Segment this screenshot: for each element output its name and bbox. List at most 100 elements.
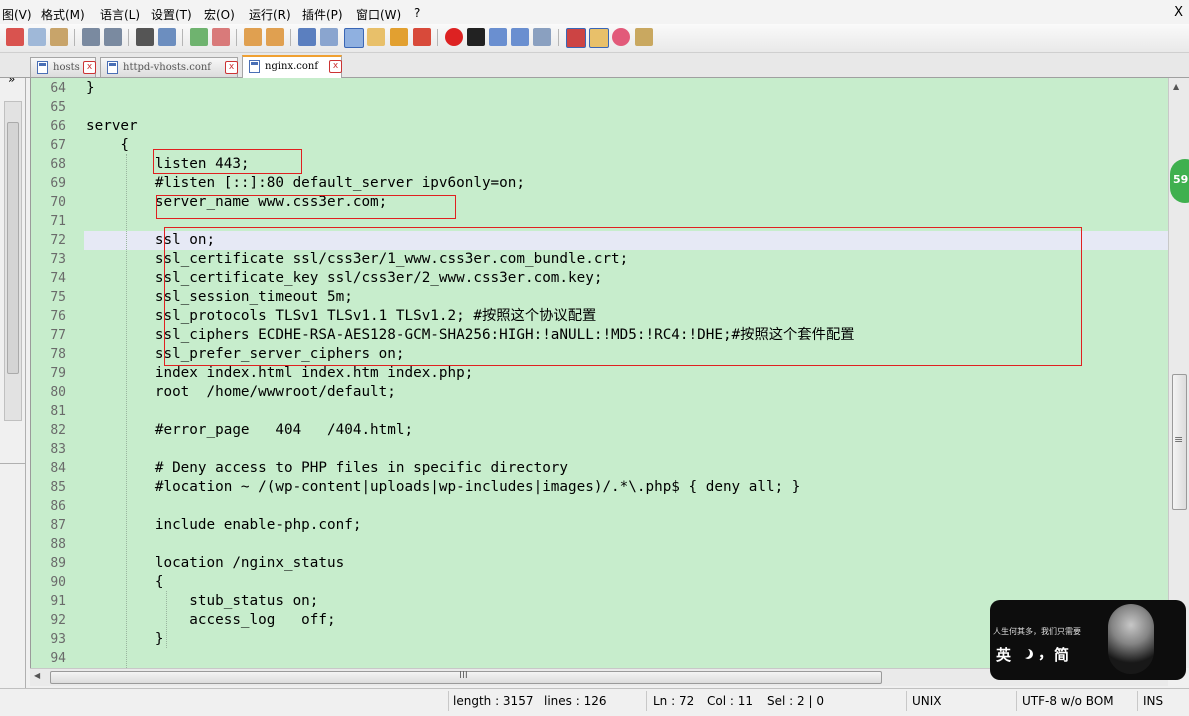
copy-icon[interactable] [28, 28, 46, 46]
line-number: 68 [50, 157, 66, 172]
line-number: 77 [50, 328, 66, 343]
code-text[interactable]: server [86, 117, 138, 136]
code-line[interactable]: 84 # Deny access to PHP files in specifi… [31, 459, 1169, 478]
code-line[interactable]: 85 #location ~ /(wp-content|uploads|wp-i… [31, 478, 1169, 497]
code-text[interactable]: access_log off; [86, 611, 335, 630]
line-number: 83 [50, 442, 66, 457]
code-text[interactable]: { [86, 573, 164, 592]
status-lines: lines : 126 [544, 694, 607, 708]
code-line[interactable]: 69 #listen [::]:80 default_server ipv6on… [31, 174, 1169, 193]
horizontal-scroll-thumb[interactable]: III [50, 670, 882, 684]
menu-language[interactable]: 语言(L) [100, 6, 140, 23]
menu-window[interactable]: 窗口(W) [356, 6, 401, 23]
tab-close-icon[interactable]: x [329, 60, 342, 73]
spell-check-icon[interactable] [566, 28, 586, 48]
code-text[interactable]: index index.html index.htm index.php; [86, 364, 473, 383]
ime-language-toggle[interactable]: 英 [996, 644, 1011, 665]
ime-punctuation-toggle[interactable]: ， [1038, 642, 1053, 663]
line-number: 67 [50, 138, 66, 153]
moon-icon[interactable] [1020, 648, 1030, 658]
panel-scrollbar[interactable] [4, 101, 22, 421]
menu-view[interactable]: 图(V) [2, 6, 32, 23]
tab-close-icon[interactable]: x [225, 61, 238, 74]
tab-close-icon[interactable]: x [83, 61, 96, 74]
code-text[interactable]: root /home/wwwroot/default; [86, 383, 396, 402]
toolbar-separator [290, 29, 291, 46]
sync-vertical-icon[interactable] [244, 28, 262, 46]
function-list-icon[interactable] [413, 28, 431, 46]
play-macro-icon[interactable] [489, 28, 507, 46]
code-text[interactable]: # Deny access to PHP files in specific d… [86, 459, 568, 478]
line-number: 66 [50, 119, 66, 134]
vertical-scroll-thumb[interactable]: ≡ [1172, 374, 1187, 510]
status-separator [646, 691, 647, 711]
paste-icon[interactable] [50, 28, 68, 46]
code-text[interactable]: #location ~ /(wp-content|uploads|wp-incl… [86, 478, 801, 497]
sync-horizontal-icon[interactable] [266, 28, 284, 46]
code-line[interactable]: 90 { [31, 573, 1169, 592]
code-line[interactable]: 87 include enable-php.conf; [31, 516, 1169, 535]
code-text[interactable]: #error_page 404 /404.html; [86, 421, 413, 440]
code-line[interactable]: 82 #error_page 404 /404.html; [31, 421, 1169, 440]
code-line[interactable]: 65 [31, 98, 1169, 117]
plugin-panel-icon[interactable] [589, 28, 609, 48]
run-macro-multiple-icon[interactable] [511, 28, 529, 46]
menu-format[interactable]: 格式(M) [41, 6, 85, 23]
record-macro-icon[interactable] [445, 28, 463, 46]
replace-icon[interactable] [158, 28, 176, 46]
doc-map-icon[interactable] [390, 28, 408, 46]
tab-hosts[interactable]: hosts x [30, 57, 96, 77]
code-text[interactable]: } [86, 630, 164, 649]
undo-icon[interactable] [82, 28, 100, 46]
code-line[interactable]: 86 [31, 497, 1169, 516]
menu-macro[interactable]: 宏(O) [204, 6, 235, 23]
code-line[interactable]: 64} [31, 79, 1169, 98]
zoom-in-icon[interactable] [190, 28, 208, 46]
code-editor[interactable]: 64} 65 66 server 67 {68 listen 443; 69 #liste… [30, 78, 1169, 668]
code-text[interactable]: include enable-php.conf; [86, 516, 362, 535]
code-text[interactable]: location /nginx_status [86, 554, 344, 573]
indent-guide-icon[interactable] [344, 28, 364, 48]
menu-help[interactable]: ? [414, 6, 420, 20]
code-line[interactable]: 81 [31, 402, 1169, 421]
ime-simplified-toggle[interactable]: 简 [1054, 644, 1069, 665]
code-text[interactable]: #listen [::]:80 default_server ipv6only=… [86, 174, 525, 193]
tab-httpd-vhosts[interactable]: httpd-vhosts.conf x [100, 57, 238, 77]
code-line[interactable]: 89 location /nginx_status [31, 554, 1169, 573]
show-all-chars-icon[interactable] [320, 28, 338, 46]
word-wrap-icon[interactable] [298, 28, 316, 46]
heart-icon[interactable] [612, 28, 630, 46]
panel-scroll-thumb[interactable] [7, 122, 19, 374]
stop-macro-icon[interactable] [467, 28, 485, 46]
tab-nginx-conf[interactable]: nginx.conf x [242, 55, 342, 78]
ime-toolbar[interactable]: 人生何其多，我们只需要 英 ， 简 [990, 600, 1186, 680]
code-line[interactable]: 83 [31, 440, 1169, 459]
line-number: 85 [50, 480, 66, 495]
close-document-button[interactable]: X [1174, 5, 1183, 20]
cut-icon[interactable] [6, 28, 24, 46]
zoom-out-icon[interactable] [212, 28, 230, 46]
code-line[interactable]: 79 index index.html index.htm index.php; [31, 364, 1169, 383]
code-text[interactable]: } [86, 79, 95, 98]
code-line[interactable]: 88 [31, 535, 1169, 554]
notification-badge[interactable]: 59 [1170, 159, 1189, 203]
menu-plugins[interactable]: 插件(P) [302, 6, 343, 23]
scroll-up-icon[interactable]: ▲ [1173, 82, 1179, 91]
line-number: 84 [50, 461, 66, 476]
code-line[interactable]: 66 server [31, 117, 1169, 136]
line-number: 65 [50, 100, 66, 115]
menu-run[interactable]: 运行(R) [249, 6, 291, 23]
status-insert-mode: INS [1143, 694, 1164, 708]
line-number: 80 [50, 385, 66, 400]
code-text[interactable]: { [86, 136, 129, 155]
save-macro-icon[interactable] [533, 28, 551, 46]
user-language-icon[interactable] [367, 28, 385, 46]
menu-settings[interactable]: 设置(T) [151, 6, 192, 23]
find-icon[interactable] [136, 28, 154, 46]
scroll-left-icon[interactable]: ◀ [34, 671, 40, 680]
line-number: 75 [50, 290, 66, 305]
code-text[interactable]: stub_status on; [86, 592, 318, 611]
redo-icon[interactable] [104, 28, 122, 46]
plugin-tool-icon[interactable] [635, 28, 653, 46]
code-line[interactable]: 80 root /home/wwwroot/default; [31, 383, 1169, 402]
